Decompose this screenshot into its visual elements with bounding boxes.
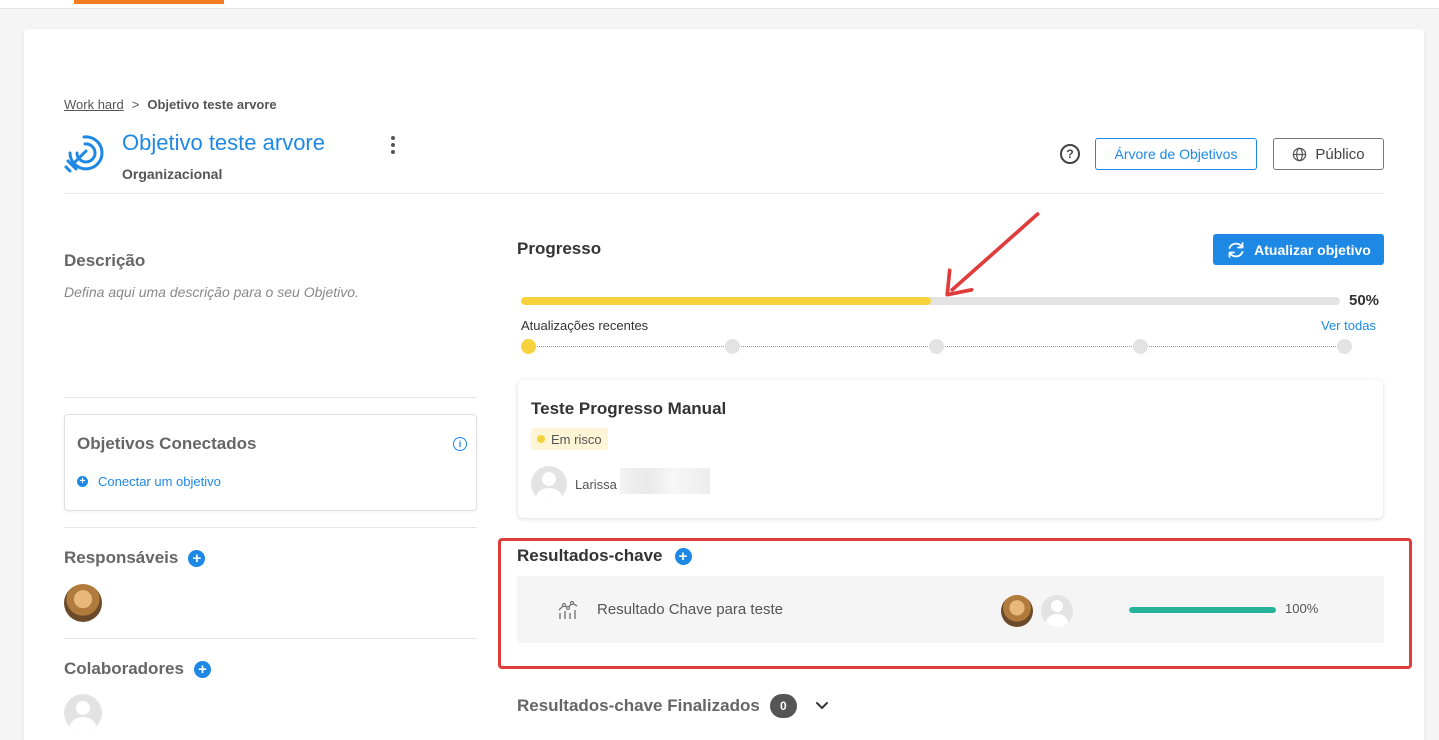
updates-timeline	[521, 339, 1352, 355]
plus-icon: +	[77, 476, 88, 487]
timeline-dot[interactable]	[929, 339, 944, 354]
progress-title: Progresso	[517, 239, 602, 258]
add-responsible-icon[interactable]: +	[188, 549, 206, 567]
progress-bar-fill	[521, 297, 931, 305]
active-tab-indicator	[74, 0, 224, 4]
recent-updates-label: Atualizações recentes	[521, 318, 649, 333]
redacted-name-block	[620, 468, 710, 494]
refresh-icon	[1228, 241, 1244, 258]
more-options-icon[interactable]	[386, 136, 400, 154]
update-objective-label: Atualizar objetivo	[1254, 241, 1371, 258]
connect-objective-link[interactable]: + Conectar um objetivo	[77, 474, 221, 489]
progress-percentage: 50%	[1349, 292, 1380, 309]
status-badge: Em risco	[531, 428, 608, 450]
visibility-button[interactable]: Público	[1273, 138, 1384, 170]
avatar[interactable]	[64, 584, 102, 622]
connected-objectives-box: Objetivos Conectados i + Conectar um obj…	[64, 414, 477, 511]
update-author-name: Larissa	[575, 477, 617, 492]
connected-objectives-title: Objetivos Conectados	[77, 434, 257, 453]
description-title: Descrição	[64, 251, 146, 270]
breadcrumb-separator: >	[131, 97, 140, 112]
timeline-dot[interactable]	[1337, 339, 1352, 354]
responsibles-header: Responsáveis +	[64, 548, 206, 568]
section-divider	[64, 638, 477, 639]
target-rocket-icon	[64, 135, 104, 173]
info-icon[interactable]: i	[453, 437, 467, 451]
objective-title: Objetivo teste arvore	[122, 130, 325, 155]
see-all-updates-link[interactable]: Ver todas	[1321, 318, 1376, 333]
connect-objective-label: Conectar um objetivo	[98, 474, 221, 489]
avatar-placeholder[interactable]	[64, 694, 102, 732]
finished-count-badge: 0	[769, 694, 797, 718]
timeline-dot[interactable]	[521, 339, 536, 354]
section-divider	[64, 527, 477, 528]
visibility-label: Público	[1315, 145, 1365, 163]
help-icon[interactable]: ?	[1060, 144, 1080, 164]
section-divider	[64, 397, 477, 398]
update-card[interactable]: Teste Progresso Manual Em risco Larissa	[518, 380, 1383, 518]
collaborators-title: Colaboradores	[64, 659, 184, 678]
add-collaborator-icon[interactable]: +	[193, 660, 211, 678]
objective-tree-button[interactable]: Árvore de Objetivos	[1095, 138, 1257, 170]
highlight-frame	[498, 538, 1412, 669]
objective-type: Organizacional	[122, 166, 223, 182]
globe-icon	[1293, 147, 1307, 161]
breadcrumb-current: Objetivo teste arvore	[147, 97, 277, 112]
collaborators-header: Colaboradores +	[64, 659, 211, 679]
timeline-dot[interactable]	[1133, 339, 1148, 354]
avatar-placeholder	[531, 466, 567, 502]
breadcrumb: Work hard > Objetivo teste arvore	[64, 97, 277, 112]
description-text[interactable]: Defina aqui uma descrição para o seu Obj…	[64, 284, 359, 300]
status-dot-icon	[537, 435, 545, 443]
update-objective-button[interactable]: Atualizar objetivo	[1213, 234, 1384, 265]
finished-key-results-header[interactable]: Resultados-chave Finalizados 0	[517, 694, 829, 718]
progress-bar	[521, 297, 1340, 305]
breadcrumb-parent-link[interactable]: Work hard	[64, 97, 124, 112]
top-bar	[0, 0, 1439, 9]
finished-key-results-title: Resultados-chave Finalizados	[517, 696, 760, 715]
status-label: Em risco	[551, 431, 602, 447]
header-divider	[64, 193, 1384, 194]
timeline-dot[interactable]	[725, 339, 740, 354]
update-card-title: Teste Progresso Manual	[531, 399, 727, 418]
chevron-down-icon[interactable]	[815, 699, 829, 713]
responsibles-title: Responsáveis	[64, 548, 179, 567]
